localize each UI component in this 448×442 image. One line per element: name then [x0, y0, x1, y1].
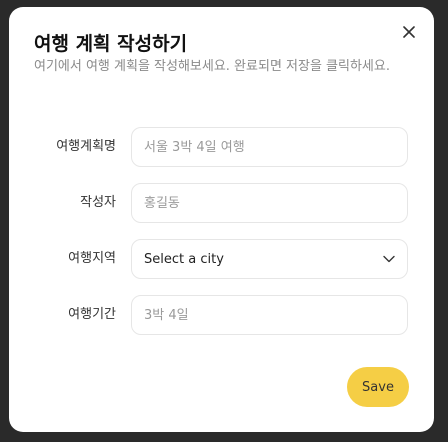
trip-plan-dialog: 여행 계획 작성하기 여기에서 여행 계획을 작성해보세요. 완료되면 저장을 … — [9, 7, 434, 432]
region-label: 여행지역 — [68, 251, 116, 266]
plan-name-input[interactable] — [131, 127, 408, 167]
close-icon — [403, 26, 415, 38]
region-row: 여행지역 Select a city — [9, 239, 434, 279]
author-row: 작성자 — [9, 183, 434, 223]
save-button[interactable]: Save — [347, 367, 409, 407]
dialog-title: 여행 계획 작성하기 — [34, 33, 188, 55]
duration-input[interactable] — [131, 295, 408, 335]
duration-label: 여행기간 — [68, 307, 116, 322]
plan-name-row: 여행계획명 — [9, 127, 434, 167]
close-button[interactable] — [398, 21, 420, 43]
dialog-description: 여기에서 여행 계획을 작성해보세요. 완료되면 저장을 클릭하세요. — [34, 59, 390, 74]
author-input[interactable] — [131, 183, 408, 223]
plan-name-label: 여행계획명 — [56, 139, 116, 154]
duration-row: 여행기간 — [9, 295, 434, 335]
chevron-down-icon — [383, 255, 395, 263]
author-label: 작성자 — [80, 195, 116, 210]
region-select[interactable]: Select a city — [131, 239, 408, 279]
region-select-value: Select a city — [144, 251, 224, 267]
